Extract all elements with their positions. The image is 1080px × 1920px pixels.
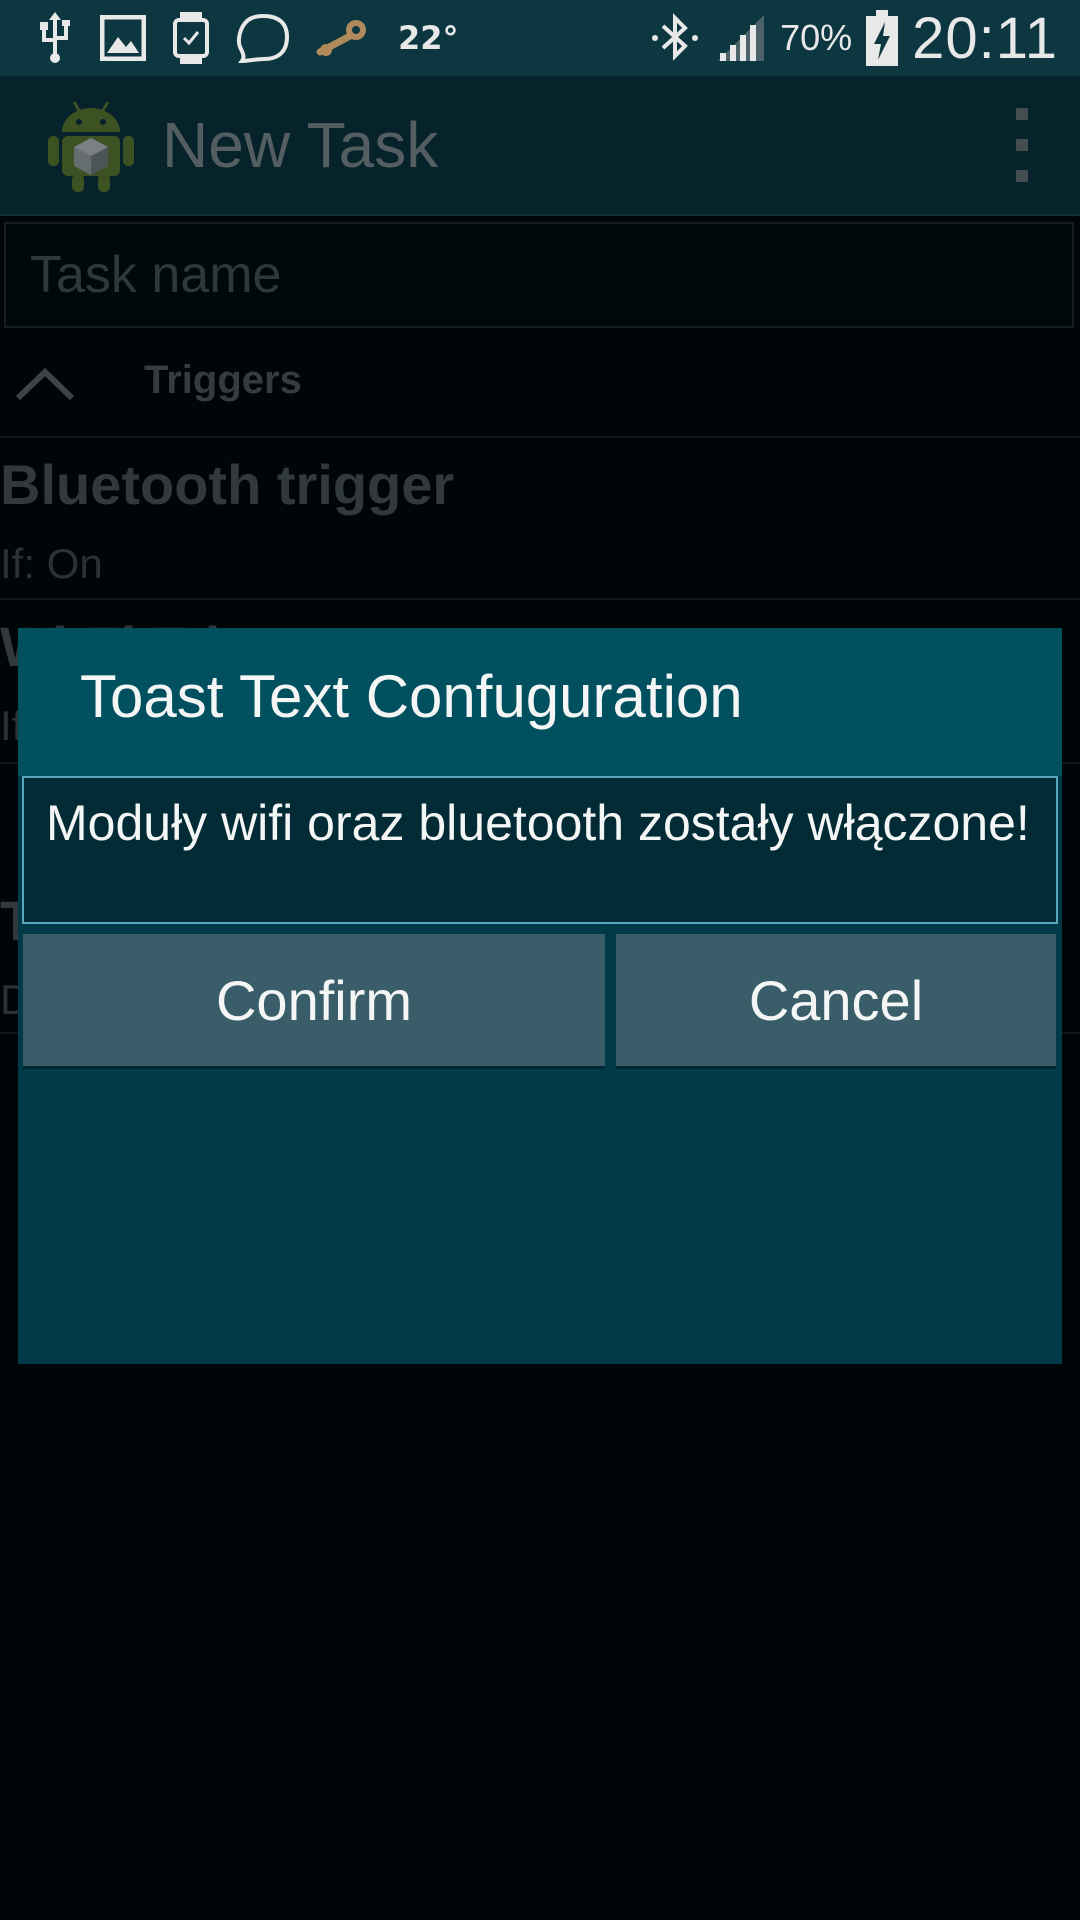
- toast-text-input[interactable]: Moduły wifi oraz bluetooth zostały włącz…: [22, 776, 1058, 924]
- dialog-title: Toast Text Confuguration: [80, 663, 743, 730]
- battery-percent: 70%: [780, 17, 853, 58]
- usb-icon: [36, 12, 74, 64]
- signal-icon: [716, 13, 766, 63]
- cancel-button[interactable]: Cancel: [616, 934, 1056, 1066]
- temperature-indicator: 22°: [398, 19, 459, 57]
- bluetooth-icon: [648, 12, 702, 64]
- confirm-button[interactable]: Confirm: [23, 934, 605, 1066]
- status-bar: 22° 70% 20:11: [0, 0, 1080, 76]
- dialog-header: Toast Text Confuguration: [18, 628, 1062, 776]
- steam-icon: [316, 16, 372, 60]
- toast-text-dialog: Toast Text Confuguration Moduły wifi ora…: [18, 628, 1062, 1364]
- chat-bubble-icon: [236, 13, 290, 63]
- status-bar-notifications: 22°: [36, 0, 459, 76]
- status-bar-system: 70% 20:11: [648, 0, 1058, 76]
- image-icon: [100, 15, 146, 61]
- clock: 20:11: [912, 5, 1058, 71]
- smartwatch-icon: [172, 12, 210, 64]
- battery-charging-icon: [866, 10, 899, 66]
